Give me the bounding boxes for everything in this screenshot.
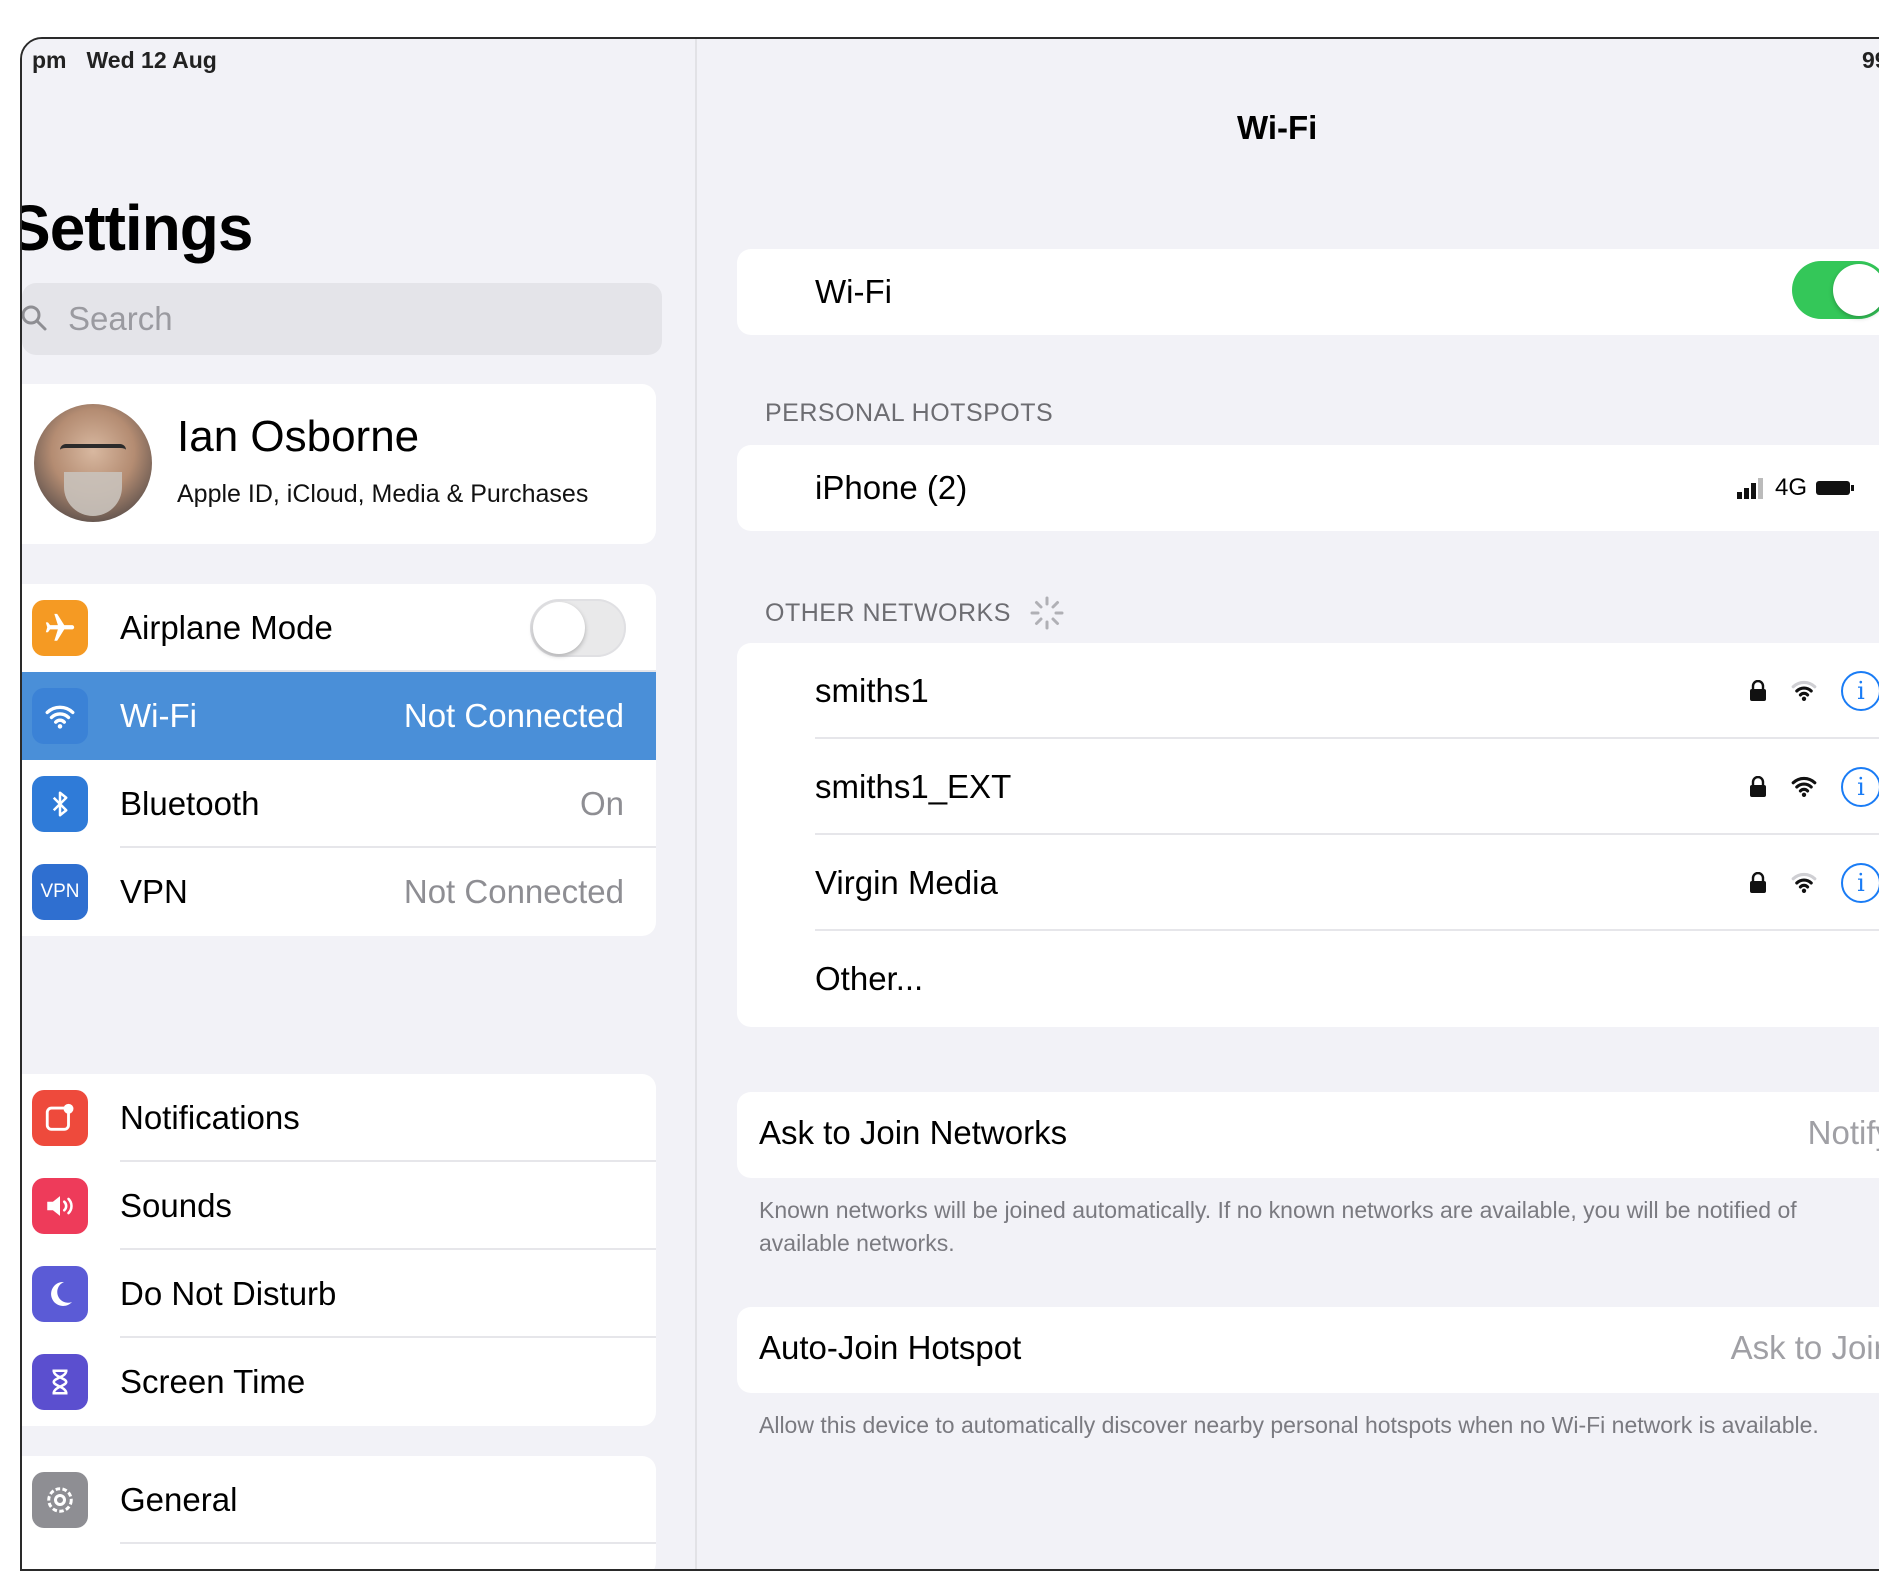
wifi-signal-icon — [1791, 872, 1817, 893]
personal-hotspots-header: PERSONAL HOTSPOTS — [765, 399, 1054, 427]
ipad-screen: pm Wed 12 Aug Settings Ian Osborne Apple … — [20, 37, 1879, 1571]
network-name: Virgin Media — [815, 864, 998, 901]
settings-group-notifications: Notifications Sounds Do Not Disturb Scre… — [22, 1074, 656, 1426]
sidebar-item-notifications[interactable]: Notifications — [22, 1074, 656, 1162]
network-row-virgin-media[interactable]: Virgin Media i — [737, 835, 1879, 931]
wifi-toggle[interactable] — [1792, 261, 1879, 319]
ask-to-join-value: Notify — [1807, 1114, 1879, 1151]
auto-join-hotspot-row[interactable]: Auto-Join Hotspot Ask to Join › — [737, 1307, 1879, 1393]
other-networks-card: smiths1 i smiths1_EXT i Virgin Media i O… — [737, 643, 1879, 1027]
moon-icon — [32, 1266, 88, 1322]
avatar — [34, 404, 152, 522]
wifi-toggle-row: Wi-Fi — [737, 249, 1879, 335]
wifi-toggle-card: Wi-Fi — [737, 249, 1879, 335]
profile-subtitle: Apple ID, iCloud, Media & Purchases — [177, 480, 589, 508]
airplane-icon — [32, 600, 88, 656]
hotspot-row[interactable]: iPhone (2) 4G — [737, 445, 1879, 531]
gear-icon — [32, 1472, 88, 1528]
status-time: pm — [32, 47, 67, 73]
settings-group-connectivity: Airplane Mode Wi-Fi Not Connected Blueto… — [22, 584, 656, 936]
network-row-other[interactable]: Other... — [737, 931, 1879, 1027]
ask-to-join-row[interactable]: Ask to Join Networks Notify › — [737, 1092, 1879, 1178]
sidebar-item-airplane-mode[interactable]: Airplane Mode — [22, 584, 656, 672]
wifi-signal-icon — [1791, 680, 1817, 701]
sidebar-item-bluetooth[interactable]: Bluetooth On — [22, 760, 656, 848]
page-title: Settings — [20, 192, 253, 264]
auto-join-footnote: Allow this device to automatically disco… — [759, 1412, 1819, 1438]
search-icon — [22, 305, 47, 331]
sidebar-item-label: Screen Time — [120, 1363, 306, 1400]
sidebar-item-sounds[interactable]: Sounds — [22, 1162, 656, 1250]
sidebar-item-label: Notifications — [120, 1099, 300, 1136]
apple-id-card[interactable]: Ian Osborne Apple ID, iCloud, Media & Pu… — [22, 384, 656, 544]
wifi-toggle-label: Wi-Fi — [815, 273, 892, 310]
hotspot-name: iPhone (2) — [815, 469, 968, 506]
bluetooth-status-value: On — [579, 785, 624, 822]
network-name: smiths1 — [815, 672, 929, 709]
sidebar-item-wifi[interactable]: Wi-Fi Not Connected — [22, 672, 656, 760]
speaker-icon — [32, 1178, 88, 1234]
other-networks-header: OTHER NETWORKS — [765, 595, 1065, 631]
status-date: Wed 12 Aug — [86, 47, 217, 73]
airplane-mode-toggle[interactable] — [530, 599, 626, 657]
ask-to-join-footnote: Known networks will be joined automatica… — [759, 1197, 1797, 1256]
search-bar[interactable] — [22, 283, 662, 355]
hotspot-card: iPhone (2) 4G — [737, 445, 1879, 531]
bluetooth-icon — [32, 776, 88, 832]
info-button[interactable]: i — [1841, 863, 1879, 903]
vpn-status-value: Not Connected — [403, 873, 624, 910]
sidebar-item-label: Do Not Disturb — [120, 1275, 337, 1312]
wifi-signal-icon — [1791, 776, 1817, 797]
sidebar-item-label: Airplane Mode — [120, 609, 333, 646]
auto-join-value: Ask to Join — [1730, 1329, 1879, 1366]
search-input[interactable] — [66, 299, 630, 339]
wifi-detail-panel: 99% Wi-Fi Wi-Fi PERSONAL HOTSPOTS iPhone… — [697, 39, 1879, 1569]
battery-icon — [1816, 481, 1855, 495]
loading-spinner-icon — [1030, 596, 1064, 630]
other-networks-title: OTHER NETWORKS — [765, 598, 1011, 627]
vpn-icon: VPN — [32, 864, 88, 920]
info-button[interactable]: i — [1841, 671, 1879, 711]
sidebar-item-do-not-disturb[interactable]: Do Not Disturb — [22, 1250, 656, 1338]
lock-icon — [1750, 872, 1766, 893]
hotspot-status: 4G — [1737, 474, 1855, 502]
ask-to-join-label: Ask to Join Networks — [759, 1114, 1068, 1151]
sidebar-item-label: Bluetooth — [120, 785, 260, 822]
sidebar-item-label: Sounds — [120, 1187, 232, 1224]
sidebar-item-label: General — [120, 1481, 238, 1518]
settings-group-general: General — [22, 1456, 656, 1569]
status-bar-left: pm Wed 12 Aug — [32, 47, 217, 74]
wifi-status-value: Not Connected — [403, 697, 624, 734]
info-button[interactable]: i — [1841, 767, 1879, 807]
lock-icon — [1750, 680, 1766, 701]
notifications-icon — [32, 1090, 88, 1146]
sidebar-item-label: VPN — [120, 873, 188, 910]
network-row-smiths1[interactable]: smiths1 i — [737, 643, 1879, 739]
hourglass-icon — [32, 1354, 88, 1410]
network-type: 4G — [1775, 474, 1808, 501]
wifi-icon — [32, 688, 88, 744]
sidebar-item-label: Wi-Fi — [120, 697, 197, 734]
sidebar-item-general[interactable]: General — [22, 1456, 656, 1544]
profile-name: Ian Osborne — [177, 412, 420, 461]
nav-title: Wi-Fi — [1237, 109, 1318, 146]
auto-join-label: Auto-Join Hotspot — [759, 1329, 1022, 1366]
network-row-smiths1-ext[interactable]: smiths1_EXT i — [737, 739, 1879, 835]
sidebar-item-vpn[interactable]: VPN VPN Not Connected — [22, 848, 656, 936]
network-name: smiths1_EXT — [815, 768, 1012, 805]
sidebar-item-screen-time[interactable]: Screen Time — [22, 1338, 656, 1426]
status-battery: 99% — [1861, 47, 1879, 73]
signal-icon — [1737, 478, 1763, 499]
other-network-label: Other... — [815, 960, 924, 997]
lock-icon — [1750, 776, 1766, 797]
settings-sidebar: pm Wed 12 Aug Settings Ian Osborne Apple … — [22, 39, 695, 1569]
